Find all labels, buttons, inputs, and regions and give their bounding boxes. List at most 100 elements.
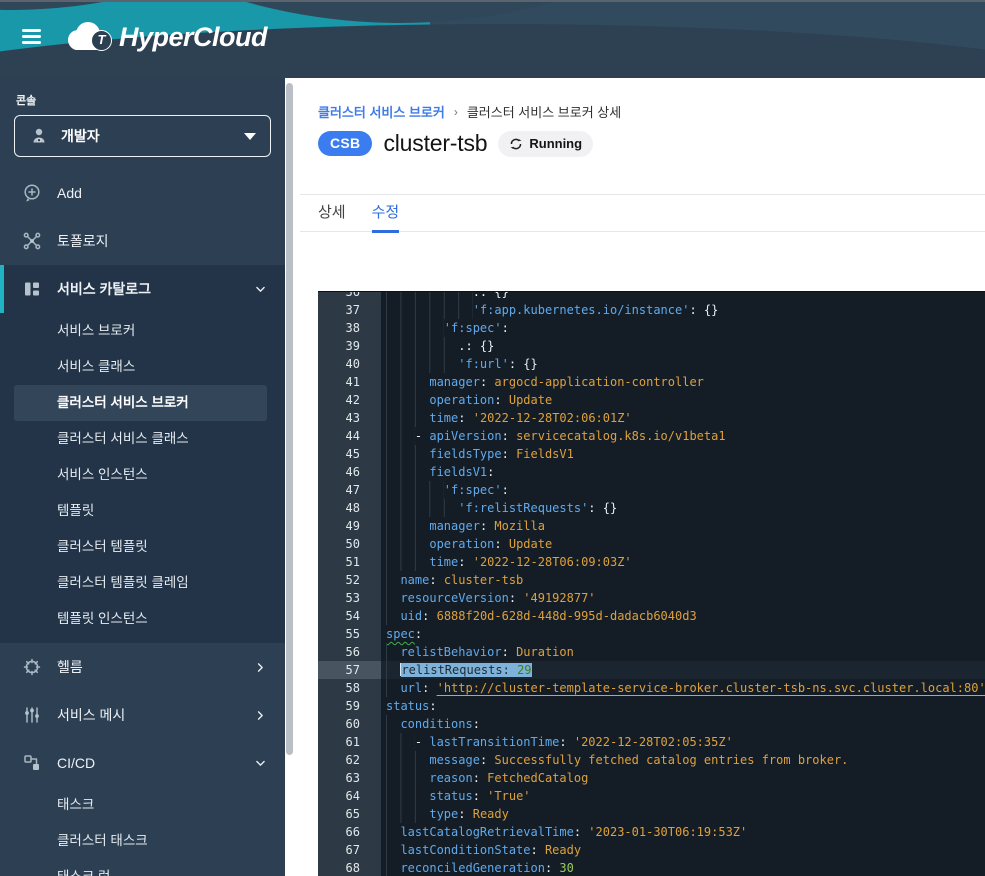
token-p: : (574, 825, 588, 839)
line-text[interactable]: operation: Update (381, 391, 985, 409)
line-text[interactable]: status: (381, 697, 985, 715)
sidebar-item-task[interactable]: 태스크 (0, 787, 285, 823)
line-text[interactable]: conditions: (381, 715, 985, 733)
editor-line[interactable]: 50 operation: Update (318, 535, 985, 553)
line-text[interactable]: reconciledGeneration: 30 (381, 859, 985, 876)
line-text[interactable]: url: 'http://cluster-template-service-br… (381, 679, 985, 697)
editor-line[interactable]: 40 'f:url': {} (318, 355, 985, 373)
sidebar-item-service-mesh[interactable]: 서비스 메시 (0, 691, 285, 739)
sidebar-scrollbar-thumb[interactable] (286, 83, 293, 755)
token-ws (386, 337, 458, 355)
editor-line[interactable]: 62 message: Successfully fetched catalog… (318, 751, 985, 769)
line-text[interactable]: - apiVersion: servicecatalog.k8s.io/v1be… (381, 427, 985, 445)
editor-line[interactable]: 63 reason: FetchedCatalog (318, 769, 985, 787)
line-text[interactable]: uid: 6888f20d-628d-448d-995d-dadacb6040d… (381, 607, 985, 625)
editor-line[interactable]: 64 status: 'True' (318, 787, 985, 805)
line-text[interactable]: 'f:app.kubernetes.io/instance': {} (381, 301, 985, 319)
line-text[interactable]: 'f:spec': (381, 481, 985, 499)
line-text[interactable]: relistRequests: 29 (381, 661, 985, 679)
menu-toggle-button[interactable] (22, 29, 44, 47)
editor-line[interactable]: 52 name: cluster-tsb (318, 571, 985, 589)
editor-line[interactable]: 45 fieldsType: FieldsV1 (318, 445, 985, 463)
sidebar-item-cluster-template-claim[interactable]: 클러스터 템플릿 클레임 (0, 565, 285, 601)
line-text[interactable]: spec: (381, 625, 985, 643)
sidebar-item-template[interactable]: 템플릿 (0, 493, 285, 529)
sidebar-item-helm[interactable]: 헬름 (0, 643, 285, 691)
editor-line[interactable]: 48 'f:relistRequests': {} (318, 499, 985, 517)
line-text[interactable]: message: Successfully fetched catalog en… (381, 751, 985, 769)
token-s: Update (509, 393, 552, 407)
editor-line[interactable]: 65 type: Ready (318, 805, 985, 823)
sidebar-item-template-instance[interactable]: 템플릿 인스턴스 (0, 601, 285, 637)
sidebar-item-cluster-service-class[interactable]: 클러스터 서비스 클래스 (0, 421, 285, 457)
line-text[interactable]: - lastTransitionTime: '2022-12-28T02:05:… (381, 733, 985, 751)
editor-line[interactable]: 55spec: (318, 625, 985, 643)
editor-line[interactable]: 54 uid: 6888f20d-628d-448d-995d-dadacb60… (318, 607, 985, 625)
line-text[interactable]: lastConditionState: Ready (381, 841, 985, 859)
sidebar-scrollbar[interactable] (285, 78, 300, 876)
editor-line[interactable]: 67 lastConditionState: Ready (318, 841, 985, 859)
token-k: operation (429, 537, 494, 551)
line-text[interactable]: type: Ready (381, 805, 985, 823)
editor-line[interactable]: 44 - apiVersion: servicecatalog.k8s.io/v… (318, 427, 985, 445)
line-text[interactable]: 'f:spec': (381, 319, 985, 337)
sidebar-item-task-run[interactable]: 태스크 런 (0, 859, 285, 876)
editor-line[interactable]: 56 relistBehavior: Duration (318, 643, 985, 661)
line-text[interactable]: resourceVersion: '49192877' (381, 589, 985, 607)
line-text[interactable]: fieldsV1: (381, 463, 985, 481)
editor-line[interactable]: 51 time: '2022-12-28T06:09:03Z' (318, 553, 985, 571)
line-text[interactable]: reason: FetchedCatalog (381, 769, 985, 787)
token-ws (386, 319, 444, 337)
tab-edit[interactable]: 수정 (372, 195, 400, 233)
line-text[interactable]: lastCatalogRetrievalTime: '2023-01-30T06… (381, 823, 985, 841)
editor-line[interactable]: 43 time: '2022-12-28T02:06:01Z' (318, 409, 985, 427)
sidebar-item-add[interactable]: Add (0, 169, 285, 217)
sidebar-item-cicd[interactable]: CI/CD (0, 739, 285, 787)
line-text[interactable]: .: {} (381, 291, 985, 301)
editor-line[interactable]: 68 reconciledGeneration: 30 (318, 859, 985, 876)
line-text[interactable]: time: '2022-12-28T06:09:03Z' (381, 553, 985, 571)
sidebar-item-cluster-service-broker[interactable]: 클러스터 서비스 브로커 (14, 385, 267, 421)
line-text[interactable]: .: {} (381, 337, 985, 355)
line-text[interactable]: manager: argocd-application-controller (381, 373, 985, 391)
editor-line[interactable]: 41 manager: argocd-application-controlle… (318, 373, 985, 391)
editor-line[interactable]: 66 lastCatalogRetrievalTime: '2023-01-30… (318, 823, 985, 841)
breadcrumb-link[interactable]: 클러스터 서비스 브로커 (318, 102, 445, 121)
line-text[interactable]: status: 'True' (381, 787, 985, 805)
editor-line[interactable]: 38 'f:spec': (318, 319, 985, 337)
line-text[interactable]: 'f:relistRequests': {} (381, 499, 985, 517)
editor-line[interactable]: 53 resourceVersion: '49192877' (318, 589, 985, 607)
editor-line[interactable]: 42 operation: Update (318, 391, 985, 409)
sidebar-item-service-broker[interactable]: 서비스 브로커 (0, 313, 285, 349)
yaml-editor[interactable]: 36 .: {}37 'f:app.kubernetes.io/instance… (318, 291, 985, 876)
editor-line[interactable]: 46 fieldsV1: (318, 463, 985, 481)
line-text[interactable]: 'f:url': {} (381, 355, 985, 373)
line-text[interactable]: name: cluster-tsb (381, 571, 985, 589)
app-logo[interactable]: T HyperCloud (66, 12, 267, 62)
sidebar-item-cluster-template[interactable]: 클러스터 템플릿 (0, 529, 285, 565)
editor-line[interactable]: 47 'f:spec': (318, 481, 985, 499)
editor-line[interactable]: 36 .: {} (318, 291, 985, 301)
line-text[interactable]: fieldsType: FieldsV1 (381, 445, 985, 463)
editor-line[interactable]: 37 'f:app.kubernetes.io/instance': {} (318, 301, 985, 319)
line-text[interactable]: manager: Mozilla (381, 517, 985, 535)
editor-line[interactable]: 57 relistRequests: 29 (318, 661, 985, 679)
tab-detail[interactable]: 상세 (318, 195, 346, 231)
line-text[interactable]: relistBehavior: Duration (381, 643, 985, 661)
token-k: 'f:app.kubernetes.io/instance' (473, 303, 690, 317)
editor-line[interactable]: 39 .: {} (318, 337, 985, 355)
line-text[interactable]: operation: Update (381, 535, 985, 553)
token-p: - (415, 735, 429, 749)
editor-line[interactable]: 49 manager: Mozilla (318, 517, 985, 535)
sidebar-item-service-instance[interactable]: 서비스 인스턴스 (0, 457, 285, 493)
editor-line[interactable]: 58 url: 'http://cluster-template-service… (318, 679, 985, 697)
sidebar-item-service-class[interactable]: 서비스 클래스 (0, 349, 285, 385)
sidebar-item-topology[interactable]: 토폴로지 (0, 217, 285, 265)
sidebar-item-service-catalog[interactable]: 서비스 카탈로그 (0, 265, 285, 313)
line-text[interactable]: time: '2022-12-28T02:06:01Z' (381, 409, 985, 427)
sidebar-item-cluster-task[interactable]: 클러스터 태스크 (0, 823, 285, 859)
editor-line[interactable]: 60 conditions: (318, 715, 985, 733)
perspective-select[interactable]: 개발자 (14, 115, 271, 157)
editor-line[interactable]: 59status: (318, 697, 985, 715)
editor-line[interactable]: 61 - lastTransitionTime: '2022-12-28T02:… (318, 733, 985, 751)
